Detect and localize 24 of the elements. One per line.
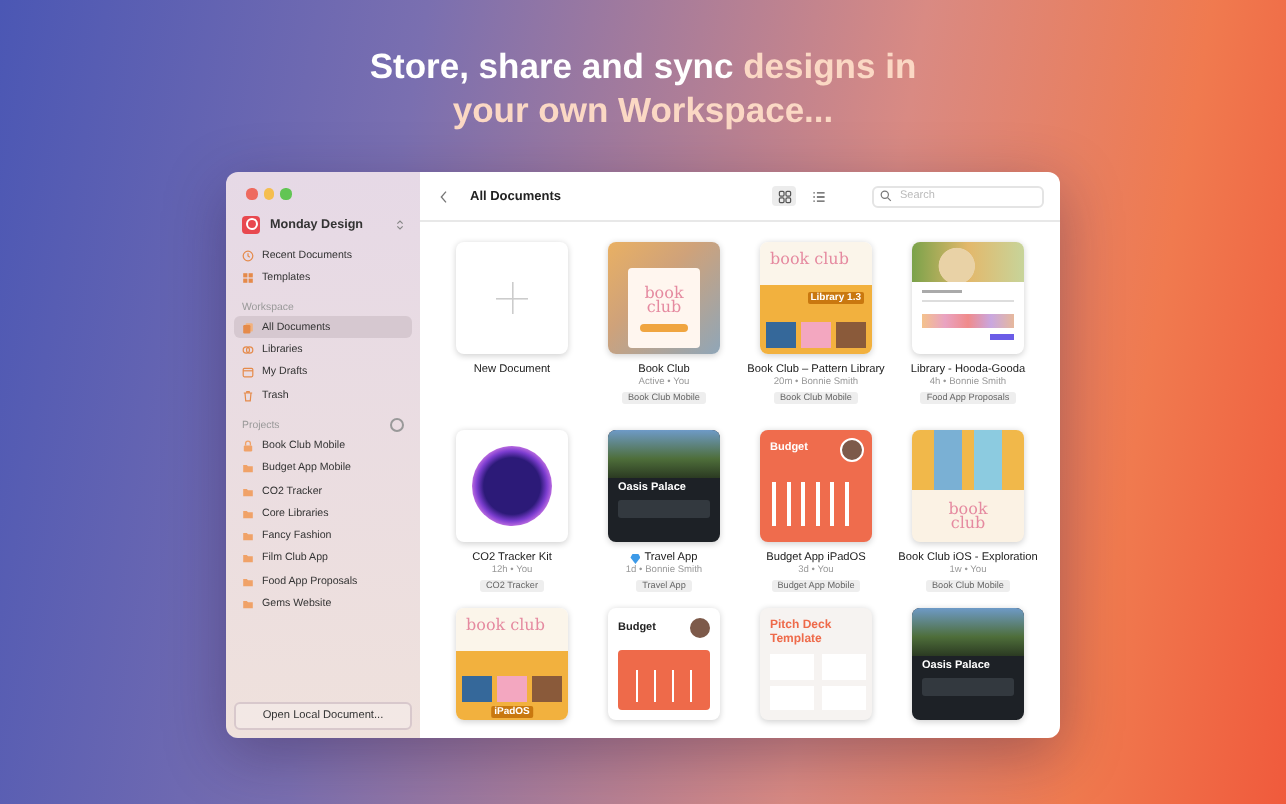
documents-icon (242, 321, 254, 334)
window-control-dot[interactable] (280, 188, 291, 199)
window-control-dot[interactable] (246, 188, 257, 199)
thumbnail-text: book club (946, 502, 990, 530)
grid-icon (242, 272, 254, 285)
thumbnail-text: book club (642, 285, 686, 313)
team-logo-icon (242, 215, 260, 233)
list-icon (811, 189, 825, 203)
document-thumbnail[interactable] (912, 242, 1024, 354)
window-control-dot[interactable] (263, 188, 274, 199)
grid-view-button[interactable] (772, 186, 796, 206)
new-document-tile[interactable] (456, 242, 568, 354)
rings-icon (242, 344, 254, 357)
thumbnail-text: book club (770, 252, 849, 266)
grid-icon (777, 189, 791, 203)
trash-icon (242, 389, 254, 402)
thumbnail-text: book club (466, 618, 545, 632)
back-icon[interactable] (440, 189, 448, 203)
chevron-updown-icon[interactable] (396, 217, 404, 231)
headline: Store, share and sync designs in your own Workspace... (367, 44, 919, 132)
document-thumbnail[interactable] (456, 430, 568, 542)
search-icon (880, 190, 892, 202)
tray-icon (242, 366, 254, 379)
clock-icon (242, 250, 254, 263)
